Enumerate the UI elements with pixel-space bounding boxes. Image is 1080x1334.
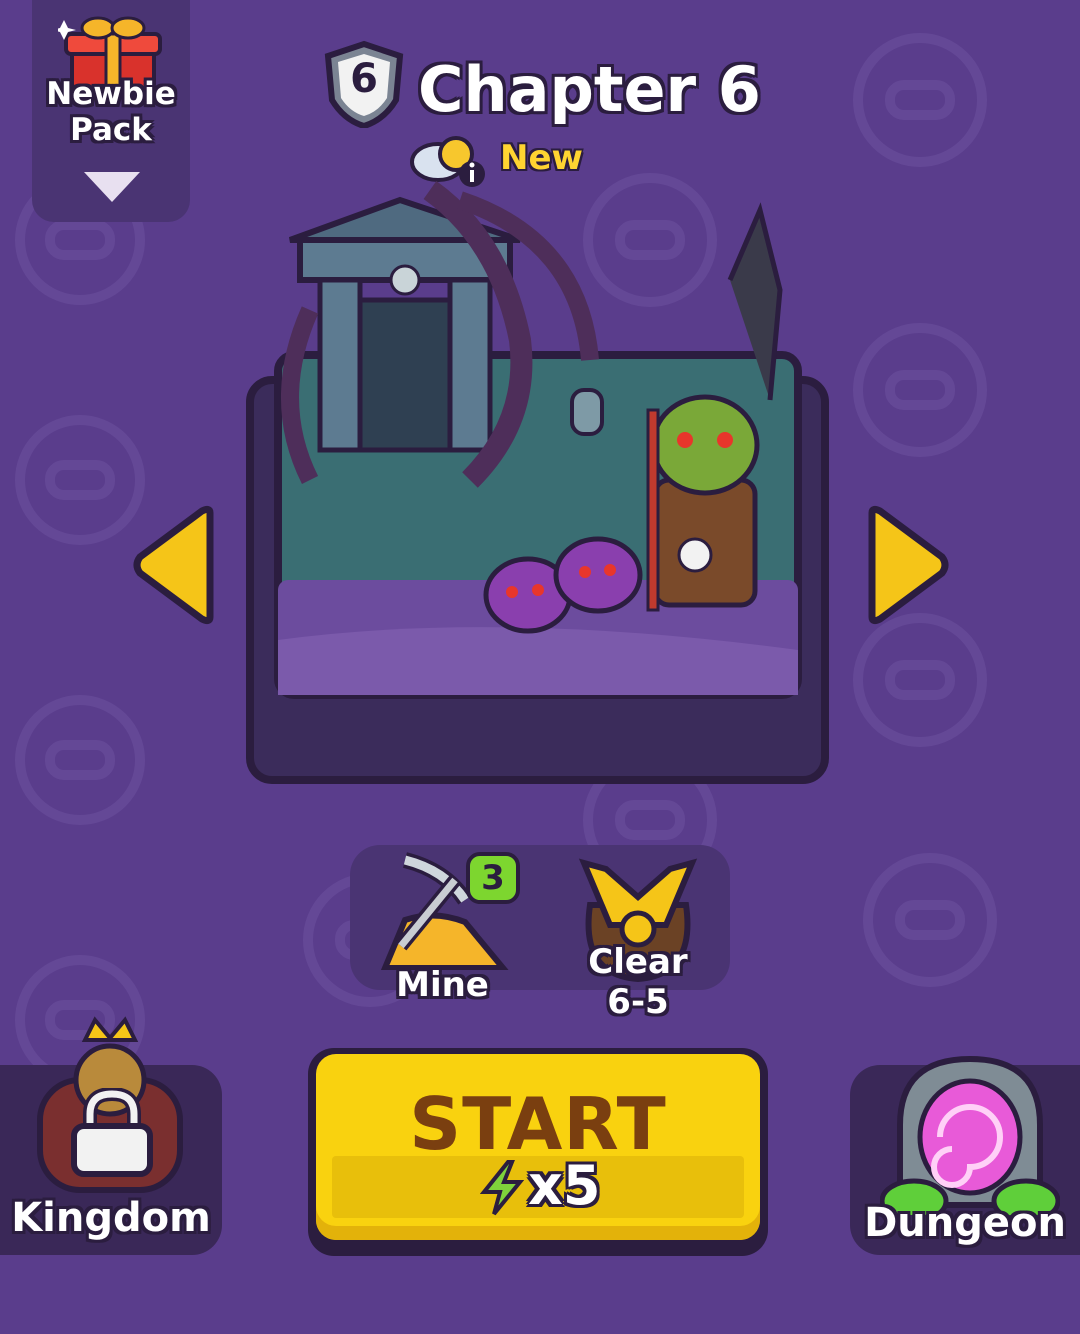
chapter-status-label: New — [500, 138, 583, 178]
clear-stage: 6-5 — [607, 982, 669, 1022]
dungeon-label: Dungeon — [864, 1200, 1066, 1246]
mine-count-badge: 3 — [466, 852, 520, 904]
arrow-left-icon[interactable] — [130, 505, 220, 625]
start-energy-cost: x5 — [528, 1154, 601, 1217]
mine-label: Mine — [396, 965, 489, 1005]
portal-icon — [880, 1055, 1060, 1215]
clear-title: Clear — [588, 942, 688, 982]
start-button[interactable]: START x5 — [308, 1048, 768, 1256]
kingdom-label: Kingdom — [11, 1195, 211, 1241]
chapter-title: Chapter 6 — [418, 53, 761, 126]
chapter-stage-art[interactable] — [200, 180, 840, 790]
clear-label: Clear 6-5 — [570, 942, 706, 1022]
chapter-number: 6 — [350, 56, 378, 102]
newbie-pack-label: Newbie Pack — [46, 76, 176, 148]
lightning-bolt-icon — [480, 1160, 524, 1216]
chevron-down-icon — [84, 172, 140, 202]
arrow-right-icon[interactable] — [862, 505, 952, 625]
newbie-pack-button[interactable]: Newbie Pack — [32, 0, 190, 222]
lock-icon — [71, 1088, 153, 1177]
